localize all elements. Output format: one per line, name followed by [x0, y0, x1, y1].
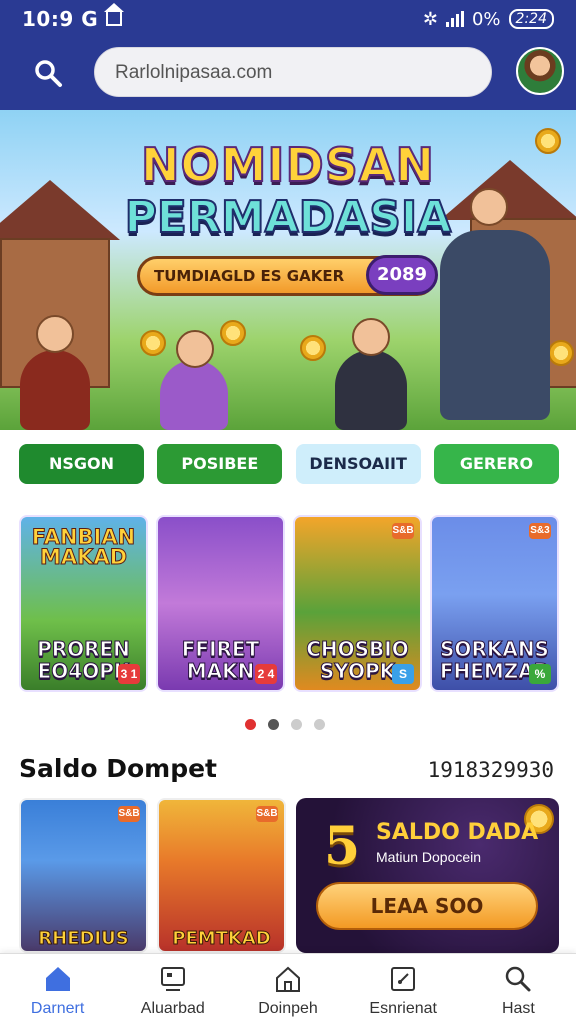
carousel-dot[interactable]: [268, 719, 279, 730]
wallet-section-title: Saldo Dompet: [19, 754, 217, 783]
wallet-promo-card[interactable]: 5 SALDO DADA Matiun Dopocein LEAA SOO: [296, 798, 559, 953]
chip-posibee[interactable]: POSIBEE: [157, 444, 283, 484]
nav-label: Darnert: [30, 1000, 85, 1017]
nav-item-hast[interactable]: Hast: [461, 954, 576, 1024]
banner-number: 2089: [366, 255, 438, 295]
home-status-icon: [104, 3, 125, 26]
promo-big-number: 5: [324, 816, 361, 877]
character-hero: [440, 230, 550, 420]
edit-icon: [391, 967, 416, 991]
chip-densoaiit[interactable]: DENSOAIIT: [295, 444, 421, 484]
wallet-card-badge: S&B: [118, 806, 140, 822]
wallet-card-title: PEMTKAD: [172, 928, 272, 950]
top-bar: Rarlolnipasaa.com: [0, 38, 576, 110]
status-bar: 10:9 G ✲ 0% 2:24: [0, 0, 576, 38]
vibrate-icon: ✲: [422, 8, 438, 30]
game-card-top-badge: S&3: [529, 523, 551, 539]
nav-item-doinpeh[interactable]: Doinpeh: [230, 954, 345, 1024]
character-head: [36, 315, 74, 353]
nav-label: Hast: [501, 1000, 535, 1017]
character-girl-left: [20, 350, 90, 430]
battery-text: 0%: [471, 8, 501, 30]
bottom-nav: Darnert Aluarbad Doinpeh Esnrienat Hast: [0, 953, 576, 1024]
character-head: [352, 318, 390, 356]
clock-badge: 2:24: [508, 9, 554, 29]
carousel-dot[interactable]: [291, 719, 302, 730]
game-card-top-badge: S&B: [392, 523, 414, 539]
game-card-badge: S: [392, 664, 414, 684]
game-card-badge: 3 1: [118, 664, 140, 684]
coin-icon: [300, 335, 326, 361]
nav-item-aluarbad[interactable]: Aluarbad: [115, 954, 230, 1024]
category-chips: NSGON POSIBEE DENSOAIIT GERERO: [19, 444, 559, 484]
nav-label: Esnrienat: [369, 1000, 437, 1017]
game-card[interactable]: S&3 SORKANS FHEMZAR %: [430, 515, 559, 692]
promo-subtitle: Matiun Dopocein: [376, 849, 482, 865]
chip-nsgon[interactable]: NSGON: [19, 444, 144, 484]
character-boy: [335, 350, 407, 430]
game-card-badge: %: [529, 664, 551, 684]
banner-title-2: PERMADASIA: [124, 191, 453, 244]
nav-item-esnrienat[interactable]: Esnrienat: [346, 954, 461, 1024]
carousel-dot[interactable]: [245, 719, 256, 730]
wallet-game-card[interactable]: S&B PEMTKAD: [157, 798, 286, 953]
nav-label: Aluarbad: [140, 1000, 205, 1017]
tv-icon: [160, 967, 185, 991]
signal-icon: [445, 11, 464, 27]
banner-subtitle-pill: TUMDIAGLD ES GAKER 2089: [137, 255, 438, 296]
promo-title: SALDO DADA: [376, 820, 539, 845]
hero-banner[interactable]: NOMIDSAN PERMADASIA TUMDIAGLD ES GAKER 2…: [0, 110, 576, 430]
banner-title: NOMIDSAN: [140, 137, 435, 193]
wallet-card-badge: S&B: [256, 806, 278, 822]
chip-gerero[interactable]: GERERO: [433, 444, 559, 484]
game-card-top-title: FANBIAN MAKAD: [31, 525, 136, 569]
search-icon: [506, 966, 531, 992]
carousel-dots: [245, 719, 325, 730]
status-time: 10:9 G: [22, 7, 99, 31]
wallet-game-card[interactable]: S&B RHEDIUS: [19, 798, 148, 953]
status-icons: ✲ 0% 2:24: [423, 9, 554, 30]
avatar[interactable]: [516, 47, 564, 95]
game-card[interactable]: S&B CHOSBIO SYOPK S: [293, 515, 422, 692]
house-outline-icon: [276, 966, 300, 992]
coin-icon: [140, 330, 166, 356]
character-head: [176, 330, 214, 368]
carousel-dot[interactable]: [314, 719, 325, 730]
game-card[interactable]: FANBIAN MAKAD PROREN EO4OPK 3 1: [19, 515, 148, 692]
coin-icon: [548, 340, 574, 366]
game-cards: FANBIAN MAKAD PROREN EO4OPK 3 1 FFIRET M…: [19, 515, 559, 692]
banner-subtitle: TUMDIAGLD ES GAKER: [154, 267, 345, 285]
search-icon[interactable]: [33, 58, 63, 88]
nav-item-darnert[interactable]: Darnert: [0, 954, 115, 1024]
character-girl-center: [160, 360, 228, 430]
game-card-badge: 2 4: [255, 664, 277, 684]
home-icon: [45, 967, 70, 991]
wallet-card-title: RHEDIUS: [38, 928, 129, 950]
game-card[interactable]: FFIRET MAKN 2 4: [156, 515, 285, 692]
search-input[interactable]: Rarlolnipasaa.com: [94, 47, 492, 97]
coin-icon: [220, 320, 246, 346]
wallet-section-number: 1918329930: [427, 758, 554, 782]
nav-label: Doinpeh: [258, 1000, 318, 1017]
promo-button[interactable]: LEAA SOO: [316, 882, 538, 930]
